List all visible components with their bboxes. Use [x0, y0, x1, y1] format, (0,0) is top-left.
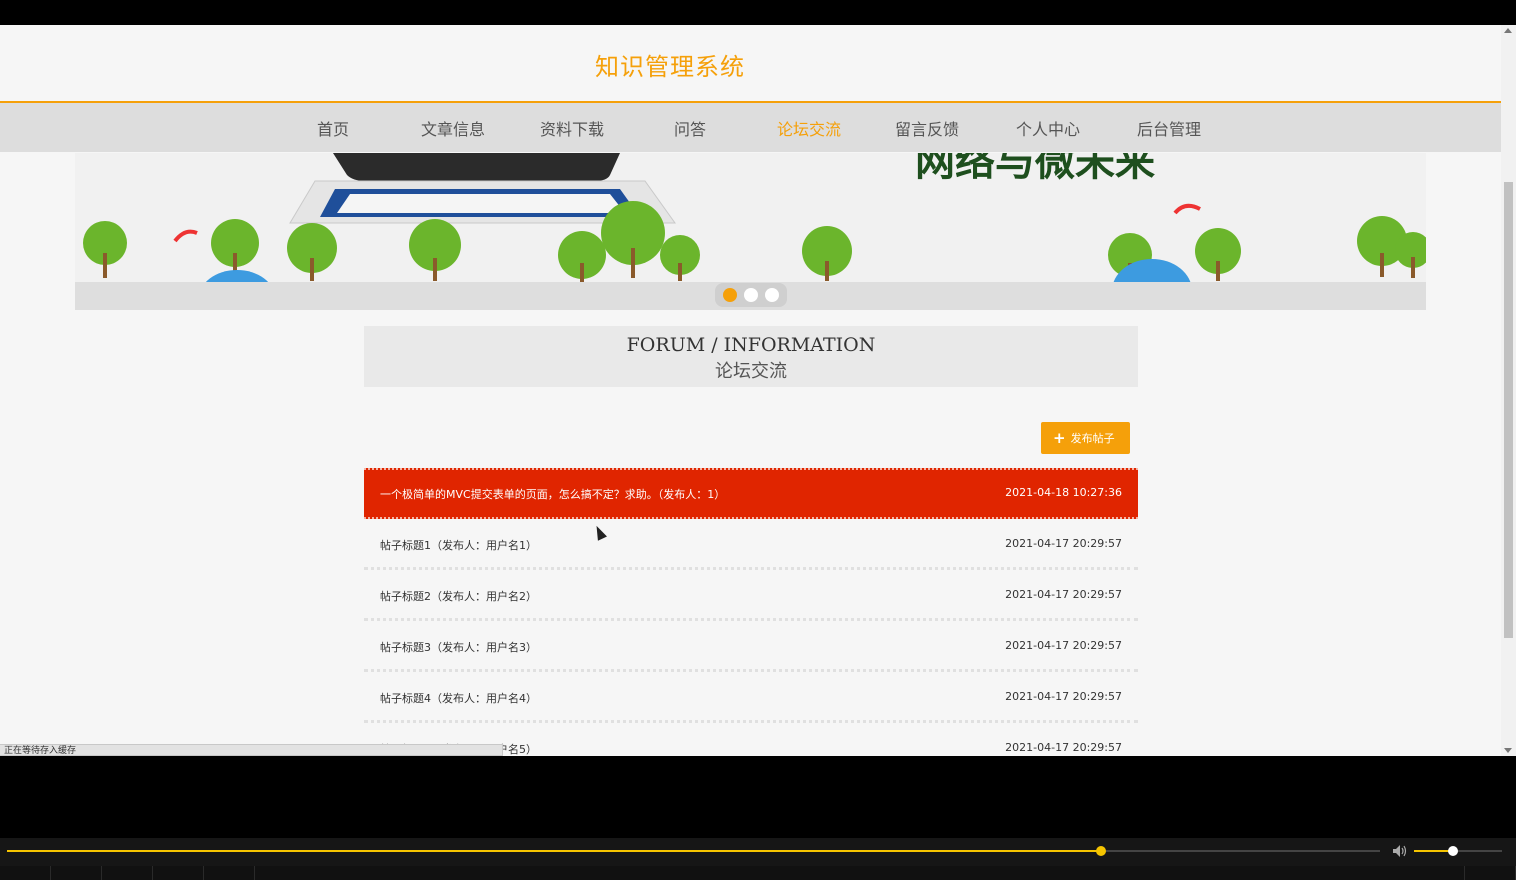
progress-fill	[7, 850, 1102, 852]
post-time: 2021-04-17 20:29:57	[1005, 690, 1122, 703]
toolbar-segment[interactable]	[102, 866, 153, 880]
post-title[interactable]: 帖子标题4（发布人：用户名4）	[380, 690, 537, 706]
carousel-dot-1[interactable]	[723, 288, 737, 302]
new-post-label: 发布帖子	[1070, 432, 1115, 445]
carousel-indicator	[715, 283, 787, 307]
main-nav: 首页 文章信息 资料下载 问答 论坛交流 留言反馈 个人中心 后台管理	[0, 101, 1501, 152]
nav-item-admin[interactable]: 后台管理	[1137, 116, 1201, 140]
nav-item-profile[interactable]: 个人中心	[1016, 116, 1080, 140]
post-time: 2021-04-18 10:27:36	[1005, 486, 1122, 499]
scroll-down-icon[interactable]	[1504, 748, 1512, 753]
new-post-button[interactable]: + 发布帖子	[1041, 422, 1130, 454]
page-scrollbar[interactable]	[1501, 25, 1516, 756]
volume-icon[interactable]	[1392, 844, 1408, 858]
post-time: 2021-04-17 20:29:57	[1005, 639, 1122, 652]
post-row[interactable]: 帖子标题1（发布人：用户名1） 2021-04-17 20:29:57	[364, 519, 1138, 570]
nav-item-forum[interactable]: 论坛交流	[777, 116, 841, 140]
toolbar-segment[interactable]	[153, 866, 204, 880]
post-row[interactable]: 帖子标题3（发布人：用户名3） 2021-04-17 20:29:57	[364, 621, 1138, 672]
post-time: 2021-04-17 20:29:57	[1005, 741, 1122, 754]
window-top-bar	[0, 0, 1516, 25]
scrollbar-thumb[interactable]	[1504, 182, 1513, 638]
toolbar-segment[interactable]	[1464, 866, 1516, 880]
post-row[interactable]: 帖子标题4（发布人：用户名4） 2021-04-17 20:29:57	[364, 672, 1138, 723]
post-row[interactable]: 帖子标题2（发布人：用户名2） 2021-04-17 20:29:57	[364, 570, 1138, 621]
post-time: 2021-04-17 20:29:57	[1005, 588, 1122, 601]
browser-viewport: 知识管理系统 首页 文章信息 资料下载 问答 论坛交流 留言反馈 个人中心 后台…	[0, 25, 1501, 756]
plus-icon: +	[1053, 429, 1066, 447]
toolbar-segment[interactable]	[0, 866, 51, 880]
post-title[interactable]: 帖子标题2（发布人：用户名2）	[380, 588, 537, 604]
post-row[interactable]: 一个极简单的MVC提交表单的页面，怎么搞不定？求助。（发布人：1） 2021-0…	[364, 468, 1138, 519]
video-player-controls	[0, 838, 1516, 880]
volume-fill	[1414, 850, 1453, 852]
nav-item-qa[interactable]: 问答	[674, 116, 706, 140]
nav-item-articles[interactable]: 文章信息	[421, 116, 485, 140]
post-time: 2021-04-17 20:29:57	[1005, 537, 1122, 550]
post-title[interactable]: 一个极简单的MVC提交表单的页面，怎么搞不定？求助。（发布人：1）	[380, 486, 725, 502]
section-title-cn: 论坛交流	[715, 361, 787, 382]
player-toolbar	[0, 866, 1516, 880]
post-list: 一个极简单的MVC提交表单的页面，怎么搞不定？求助。（发布人：1） 2021-0…	[364, 468, 1138, 756]
svg-text:网络与微未来: 网络与微未来	[915, 153, 1155, 185]
progress-handle[interactable]	[1096, 846, 1107, 856]
site-title: 知识管理系统	[595, 53, 745, 81]
section-header: FORUM / INFORMATION 论坛交流	[364, 326, 1138, 387]
carousel-dot-3[interactable]	[765, 288, 779, 302]
section-title-en: FORUM / INFORMATION	[626, 334, 876, 356]
volume-handle[interactable]	[1447, 846, 1458, 856]
nav-item-home[interactable]: 首页	[317, 116, 349, 140]
post-title[interactable]: 帖子标题1（发布人：用户名1）	[380, 537, 537, 553]
post-title[interactable]: 帖子标题3（发布人：用户名3）	[380, 639, 537, 655]
nav-item-feedback[interactable]: 留言反馈	[895, 116, 959, 140]
toolbar-segment[interactable]	[51, 866, 102, 880]
toolbar-segment[interactable]	[204, 866, 255, 880]
scroll-up-icon[interactable]	[1504, 28, 1512, 33]
carousel-dot-2[interactable]	[744, 288, 758, 302]
volume-slider[interactable]	[1414, 846, 1502, 856]
nav-item-downloads[interactable]: 资料下载	[540, 116, 604, 140]
progress-bar[interactable]	[7, 846, 1380, 856]
banner-carousel[interactable]: 网络与微未来	[75, 153, 1426, 310]
browser-status-bar: 正在等待存入缓存	[0, 744, 503, 756]
